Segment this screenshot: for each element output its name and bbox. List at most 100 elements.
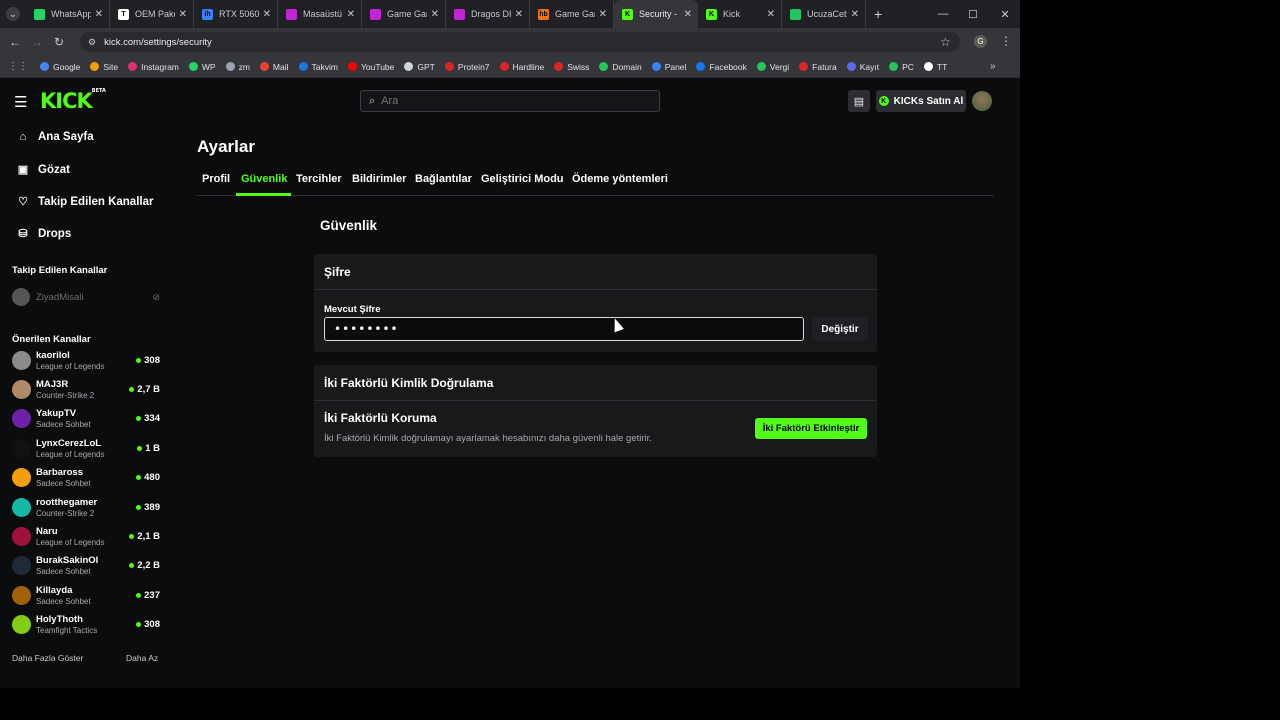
browser-tab[interactable]: Dragos DI ✕ xyxy=(446,0,530,28)
browser-menu-icon[interactable]: ⋮ xyxy=(1000,34,1012,48)
viewer-count-value: 308 xyxy=(144,354,160,366)
back-icon[interactable]: ← xyxy=(4,35,26,49)
user-avatar[interactable] xyxy=(972,91,992,111)
recommended-channel-item[interactable]: kaorilol League of Legends 308 xyxy=(12,346,160,374)
followed-channel-item[interactable]: ZiyadMisali ⊘ xyxy=(12,288,160,306)
sidebar-nav-item[interactable]: ▣ Gözat xyxy=(16,163,70,177)
tab-gelistirici-modu[interactable]: Geliştirici Modu xyxy=(481,173,564,185)
browser-tab[interactable]: hb Game Gam ✕ xyxy=(530,0,614,28)
recommended-channel-item[interactable]: BurakSakinOl Sadece Sohbet 2,2 B xyxy=(12,552,160,580)
search-input[interactable] xyxy=(381,95,642,107)
more-bookmarks-icon[interactable]: » xyxy=(990,61,996,72)
bookmark-item[interactable]: PC xyxy=(889,62,914,72)
bookmark-item[interactable]: Domain xyxy=(599,62,642,72)
hamburger-menu-icon[interactable]: ☰ xyxy=(14,93,27,111)
minimize-icon[interactable]: — xyxy=(928,0,958,28)
tab-close-icon[interactable]: ✕ xyxy=(599,9,607,20)
sidebar-nav-item[interactable]: ⛁ Drops xyxy=(16,227,71,241)
tab-close-icon[interactable]: ✕ xyxy=(95,9,103,20)
bookmark-item[interactable]: Protein7 xyxy=(444,62,490,72)
change-password-button[interactable]: Değiştir xyxy=(812,317,868,341)
dashboard-icon[interactable]: ▤ xyxy=(848,90,870,112)
search-box[interactable]: ⌕ xyxy=(360,90,660,112)
tab-close-icon[interactable]: ✕ xyxy=(851,9,859,20)
current-password-field[interactable] xyxy=(324,317,804,341)
site-info-icon[interactable]: ⚙ xyxy=(88,37,96,48)
tab-close-icon[interactable]: ✕ xyxy=(179,9,187,20)
bookmark-item[interactable]: Vergi xyxy=(756,61,790,72)
sidebar-nav-item[interactable]: ♡ Takip Edilen Kanallar xyxy=(16,195,153,209)
tab-title: RTX 5060 xyxy=(219,9,259,19)
bookmark-item[interactable]: Fatura xyxy=(799,62,837,72)
browser-tab[interactable]: ih RTX 5060 ✕ xyxy=(194,0,278,28)
reload-icon[interactable]: ↻ xyxy=(48,35,70,49)
tab-tercihler[interactable]: Tercihler xyxy=(296,173,342,185)
tab-search-icon[interactable]: ⌄ xyxy=(6,7,20,21)
bookmark-label: GPT xyxy=(417,61,435,72)
tab-close-icon[interactable]: ✕ xyxy=(767,9,775,20)
recommended-channel-item[interactable]: Killayda Sadece Sohbet 237 xyxy=(12,581,160,609)
tab-guvenlik[interactable]: Güvenlik xyxy=(241,173,287,185)
bookmark-item[interactable]: Instagram xyxy=(128,62,179,72)
browser-tab[interactable]: Masaüstü ✕ xyxy=(278,0,362,28)
kick-logo[interactable]: KICKBETA xyxy=(40,88,106,113)
show-more-link[interactable]: Daha Fazla Göster xyxy=(12,653,83,663)
browser-tab[interactable]: K Kick ✕ xyxy=(698,0,782,28)
maximize-icon[interactable]: ☐ xyxy=(958,0,988,28)
bookmark-item[interactable]: zm xyxy=(225,62,250,72)
show-less-link[interactable]: Daha Az xyxy=(126,653,158,663)
apps-grid-icon[interactable]: ⋮⋮ xyxy=(8,61,28,72)
recommended-channel-item[interactable]: YakupTV Sadece Sohbet 334 xyxy=(12,405,160,433)
tab-bildirimler[interactable]: Bildirimler xyxy=(352,173,406,185)
tab-close-icon[interactable]: ✕ xyxy=(684,9,692,20)
tab-close-icon[interactable]: ✕ xyxy=(431,9,439,20)
bookmark-item[interactable]: GPT xyxy=(404,61,435,72)
forward-icon[interactable]: → xyxy=(26,35,48,49)
bookmark-star-icon[interactable]: ☆ xyxy=(940,35,951,49)
bookmark-item[interactable]: Facebook xyxy=(696,62,747,72)
tab-odeme-yontemleri[interactable]: Ödeme yöntemleri xyxy=(572,173,668,185)
viewer-count-value: 237 xyxy=(144,589,160,601)
recommended-channel-item[interactable]: MAJ3R Counter-Strike 2 2,7 B xyxy=(12,375,160,403)
kicks-buy-button[interactable]: K KICKs Satın Al xyxy=(876,90,966,112)
browser-tab[interactable]: UcuzaCeb ✕ xyxy=(782,0,866,28)
bookmark-item[interactable]: Site xyxy=(90,62,118,72)
bookmark-item[interactable]: WP xyxy=(188,62,216,72)
tab-favicon-icon xyxy=(790,8,801,20)
bookmark-label: Vergi xyxy=(769,61,790,72)
current-password-input[interactable] xyxy=(334,322,794,336)
tab-baglantilar[interactable]: Bağlantılar xyxy=(415,173,472,185)
bookmark-item[interactable]: Google xyxy=(40,62,80,72)
tab-profil[interactable]: Profil xyxy=(202,173,230,185)
channel-name: BurakSakinOl xyxy=(36,555,99,567)
bookmark-item[interactable]: Panel xyxy=(651,62,686,72)
close-window-icon[interactable]: ✕ xyxy=(990,0,1020,28)
enable-twofa-button[interactable]: İki Faktörü Etkinleştir xyxy=(755,418,867,439)
recommended-channel-item[interactable]: HolyThoth Teamfight Tactics 308 xyxy=(12,611,160,639)
tab-close-icon[interactable]: ✕ xyxy=(347,9,355,20)
recommended-channel-item[interactable]: Naru League of Legends 2,1 B xyxy=(12,522,160,550)
recommended-channel-item[interactable]: LynxCerezLoL League of Legends 1 B xyxy=(12,434,160,462)
bookmark-item[interactable]: Mail xyxy=(259,62,289,72)
bookmark-item[interactable]: Takvim xyxy=(298,62,338,72)
tab-close-icon[interactable]: ✕ xyxy=(263,9,271,20)
bookmark-item[interactable]: Hardline xyxy=(499,62,544,72)
browser-tab[interactable]: T OEM Paket ✕ xyxy=(110,0,194,28)
tab-title: Security - xyxy=(639,9,678,19)
bookmark-item[interactable]: TT xyxy=(923,62,947,72)
browser-tab[interactable]: Game Gam ✕ xyxy=(362,0,446,28)
browser-tab[interactable]: K Security - ✕ xyxy=(614,0,698,28)
logo-text: KICK xyxy=(40,89,93,113)
bookmark-item[interactable]: Swiss xyxy=(554,62,589,72)
browser-tab[interactable]: WhatsApp ✕ xyxy=(26,0,110,28)
address-bar[interactable]: ⚙ kick.com/settings/security xyxy=(80,32,960,52)
recommended-channel-item[interactable]: rootthegamer Counter-Strike 2 389 xyxy=(12,493,160,521)
profile-avatar[interactable]: G xyxy=(974,35,987,48)
sidebar-nav-item[interactable]: ⌂ Ana Sayfa xyxy=(16,131,94,143)
recommended-channel-item[interactable]: Barbaross Sadece Sohbet 480 xyxy=(12,464,160,492)
tab-close-icon[interactable]: ✕ xyxy=(515,9,523,20)
new-tab-icon[interactable]: + xyxy=(874,6,882,22)
bookmark-item[interactable]: YouTube xyxy=(347,62,394,72)
channel-category: League of Legends xyxy=(36,449,105,459)
bookmark-item[interactable]: Kayıt xyxy=(846,62,879,72)
